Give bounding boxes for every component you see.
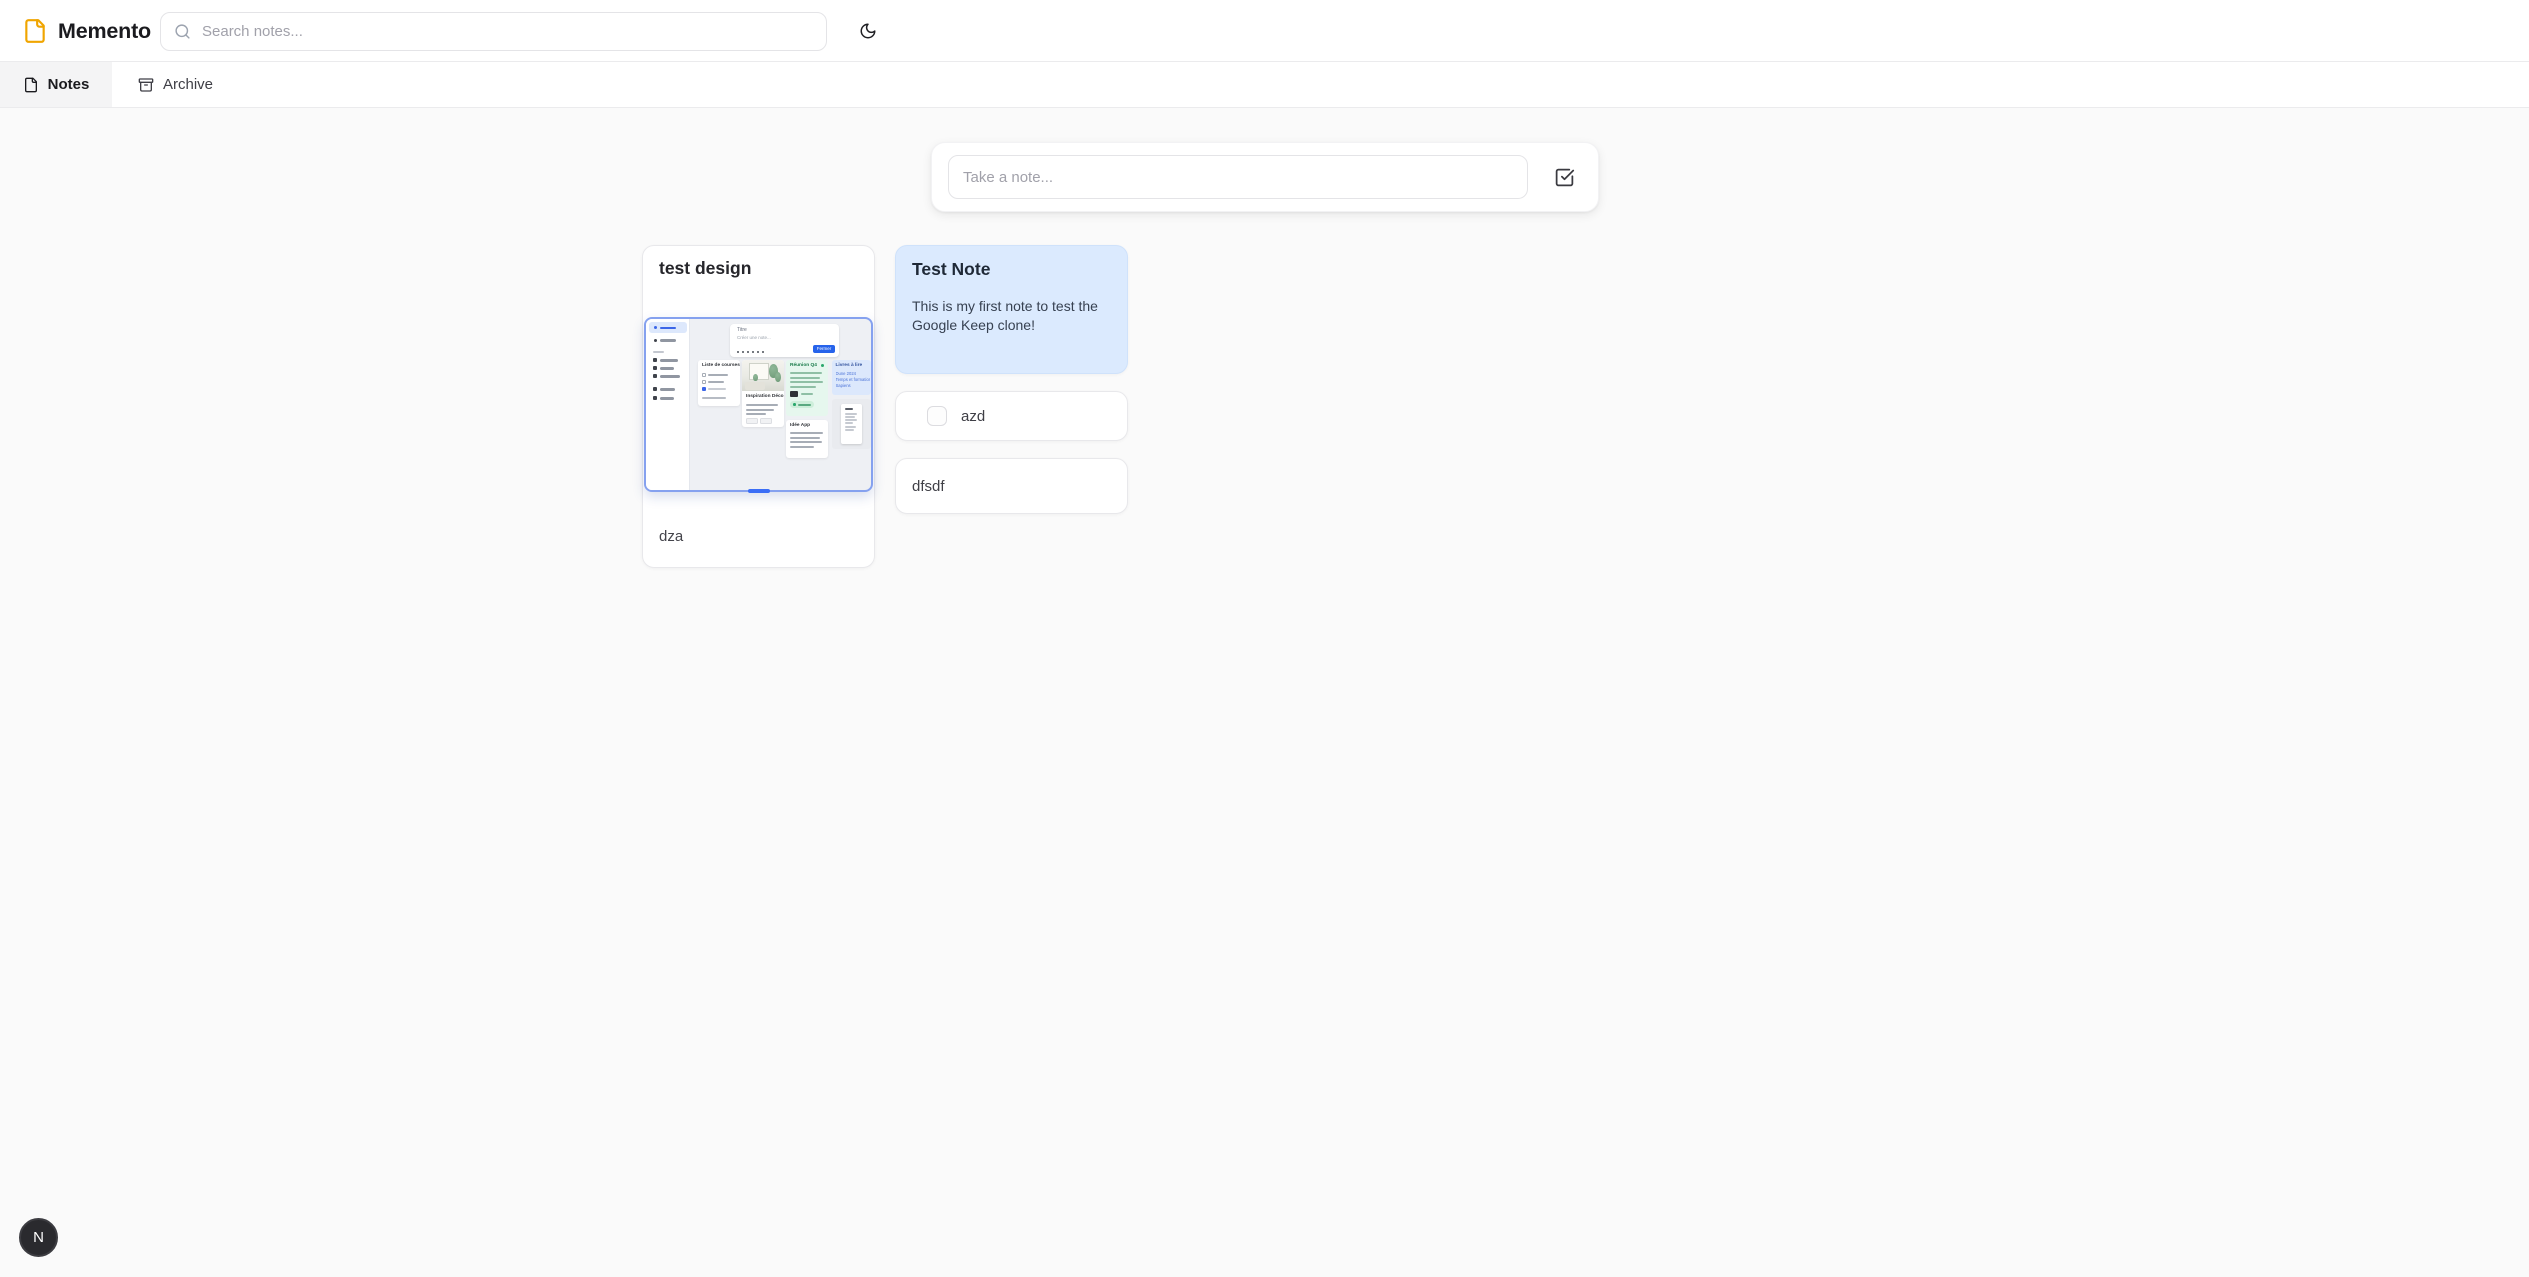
theme-toggle-button[interactable] [848, 11, 888, 51]
header: Memento [0, 0, 2529, 62]
avatar-initial: N [33, 1229, 44, 1246]
note-title: test design [659, 258, 751, 279]
archive-icon [138, 77, 154, 93]
file-icon [23, 77, 39, 93]
note-body: dza [659, 528, 683, 545]
preview-phone-mockup [841, 404, 862, 444]
preview-compose-placeholder: Créer une note... [737, 335, 771, 340]
note-body: This is my first note to test the Google… [912, 297, 1114, 335]
preview-compose-box: Titre Créer une note... Fermer [730, 324, 839, 357]
app-logo[interactable]: Memento [22, 0, 151, 62]
search-icon [174, 23, 191, 40]
preview-card-photo: Inspiration Déco [742, 360, 784, 427]
app-window: Memento Notes Archive test design [0, 0, 2529, 1277]
user-avatar[interactable]: N [19, 1218, 58, 1257]
preview-compose-button: Fermer [813, 345, 835, 353]
checklist-item-label: azd [961, 408, 985, 425]
preview-photo-interior [742, 360, 784, 391]
preview-compose-title: Titre [737, 327, 747, 333]
checklist-checkbox[interactable] [927, 406, 947, 426]
tab-notes-label: Notes [48, 76, 90, 93]
note-title: Test Note [912, 259, 1111, 280]
preview-card-list: Liste de courses [698, 360, 740, 406]
note-card-test-note[interactable]: Test Note This is my first note to test … [895, 245, 1128, 374]
note-card-test-design[interactable]: test design Titre Créer une note... [642, 245, 875, 568]
note-card-azd[interactable]: azd [895, 391, 1128, 441]
note-image: Titre Créer une note... Fermer Liste de … [644, 317, 873, 492]
app-title: Memento [58, 19, 151, 44]
preview-phone-block [832, 399, 871, 449]
preview-sidebar-active-item [649, 322, 687, 333]
tab-archive[interactable]: Archive [112, 62, 239, 107]
file-icon [22, 18, 48, 44]
image-scroll-indicator [748, 489, 770, 493]
moon-icon [859, 22, 877, 40]
new-checklist-button[interactable] [1542, 155, 1586, 199]
note-card-dfsdf[interactable]: dfsdf [895, 458, 1128, 514]
preview-card-idea: Idée App [786, 420, 828, 458]
preview-card-books: Livres à lire Dune 2024 Temps et formati… [832, 360, 871, 395]
preview-card-meeting: Réunion Q4 [786, 360, 828, 416]
preview-sidebar [646, 319, 690, 490]
tab-notes[interactable]: Notes [0, 62, 112, 107]
take-a-note-input[interactable] [948, 155, 1528, 199]
tab-bar: Notes Archive [0, 62, 2529, 108]
note-composer[interactable] [931, 142, 1599, 212]
tab-archive-label: Archive [163, 76, 213, 93]
note-body: dfsdf [912, 478, 945, 495]
check-square-icon [1554, 167, 1575, 188]
search-bar[interactable] [160, 12, 827, 51]
search-input[interactable] [200, 22, 813, 41]
